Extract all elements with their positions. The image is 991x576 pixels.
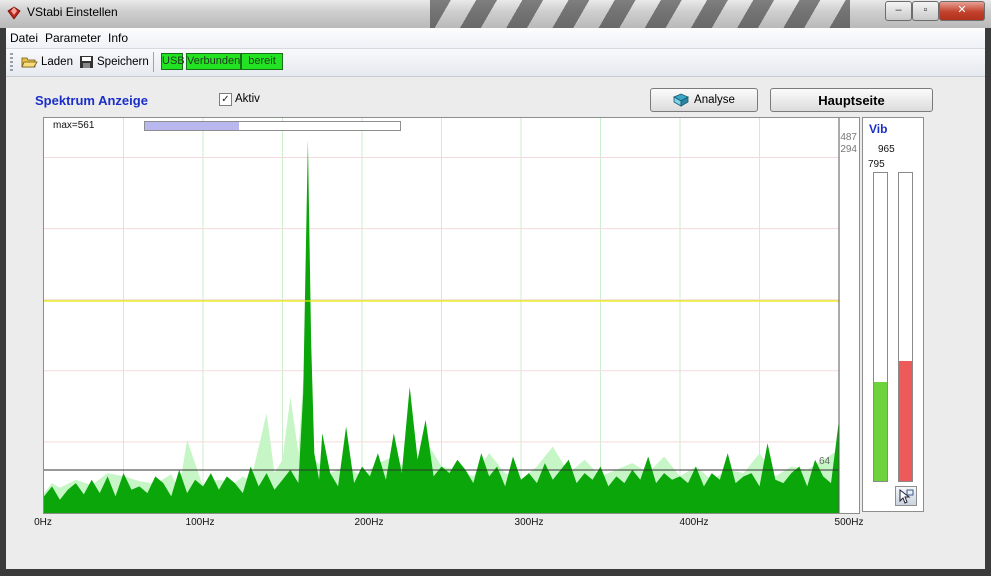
x-tick-label: 0Hz (34, 517, 52, 528)
vib-bar-right-fill (899, 360, 912, 481)
toolbar-grip[interactable] (10, 53, 13, 72)
status-usb: USB (161, 53, 185, 70)
vib-bar-left-fill (874, 382, 887, 481)
menu-bar: Datei Parameter Info (6, 28, 985, 49)
x-tick-label: 100Hz (185, 517, 215, 528)
menu-datei[interactable]: Datei (10, 31, 38, 45)
window-title: VStabi Einstellen (27, 5, 118, 19)
vib-panel: Vib 965 795 (862, 117, 924, 512)
hauptseite-label: Hauptseite (818, 92, 885, 108)
main-panel: Spektrum Anzeige ✓ Aktiv Analyse Hauptse… (6, 77, 985, 569)
checkmark-icon: ✓ (221, 94, 230, 105)
close-button[interactable]: ✕ (939, 1, 985, 21)
toolbar-separator (153, 52, 154, 72)
analyse-button[interactable]: Analyse (650, 88, 758, 112)
section-title: Spektrum Anzeige (35, 93, 148, 108)
x-tick-label: 200Hz (354, 517, 384, 528)
open-folder-icon (21, 57, 38, 68)
speichern-button[interactable]: Speichern (79, 52, 149, 72)
vib-title: Vib (869, 122, 888, 136)
status-bereit: bereit (241, 53, 283, 70)
right-scale-label-1: 487 (840, 132, 857, 143)
minimize-button[interactable]: – (885, 1, 912, 21)
cursor-icon (899, 488, 914, 504)
speichern-label: Speichern (97, 56, 149, 68)
title-bar: VStabi Einstellen – ▫ ✕ (0, 0, 991, 28)
spectrum-progress-fill (145, 122, 240, 130)
spectrum-chart: max=561 487 294 64 (43, 117, 860, 514)
vib-settings-button[interactable] (895, 486, 917, 506)
menu-parameter[interactable]: Parameter (45, 31, 101, 45)
analyse-label: Analyse (694, 94, 735, 106)
max-value-label: max=561 (53, 120, 95, 131)
x-tick-label: 300Hz (514, 517, 544, 528)
x-tick-label: 400Hz (679, 517, 709, 528)
app-logo-icon (7, 6, 21, 20)
vib-top-value: 965 (878, 144, 895, 155)
app-window: VStabi Einstellen – ▫ ✕ Datei Parameter … (0, 0, 991, 576)
analyse-book-icon (673, 93, 689, 107)
vib-bar-left (873, 172, 888, 482)
save-disk-icon (80, 56, 93, 68)
toolbar: Laden Speichern USB Verbunden bereit (6, 49, 985, 77)
right-scale-label-2: 294 (840, 144, 857, 155)
title-bar-decoration (430, 0, 850, 28)
aktiv-label: Aktiv (235, 93, 260, 105)
x-tick-label: 500Hz (834, 517, 864, 528)
vib-left-value: 795 (868, 159, 885, 170)
threshold-label: 64 (819, 456, 831, 467)
laden-label: Laden (41, 56, 73, 68)
spectrum-progress-bar (144, 121, 401, 131)
maximize-button[interactable]: ▫ (912, 1, 939, 21)
x-axis-labels: 0Hz 100Hz 200Hz 300Hz 400Hz 500Hz (6, 517, 985, 531)
spectrum-plot-area (44, 118, 840, 513)
aktiv-checkbox[interactable]: ✓ (219, 93, 232, 106)
status-verbunden: Verbunden (186, 53, 241, 70)
menu-info[interactable]: Info (108, 31, 128, 45)
hauptseite-button[interactable]: Hauptseite (770, 88, 933, 112)
vib-bar-right (898, 172, 913, 482)
laden-button[interactable]: Laden (21, 52, 73, 72)
